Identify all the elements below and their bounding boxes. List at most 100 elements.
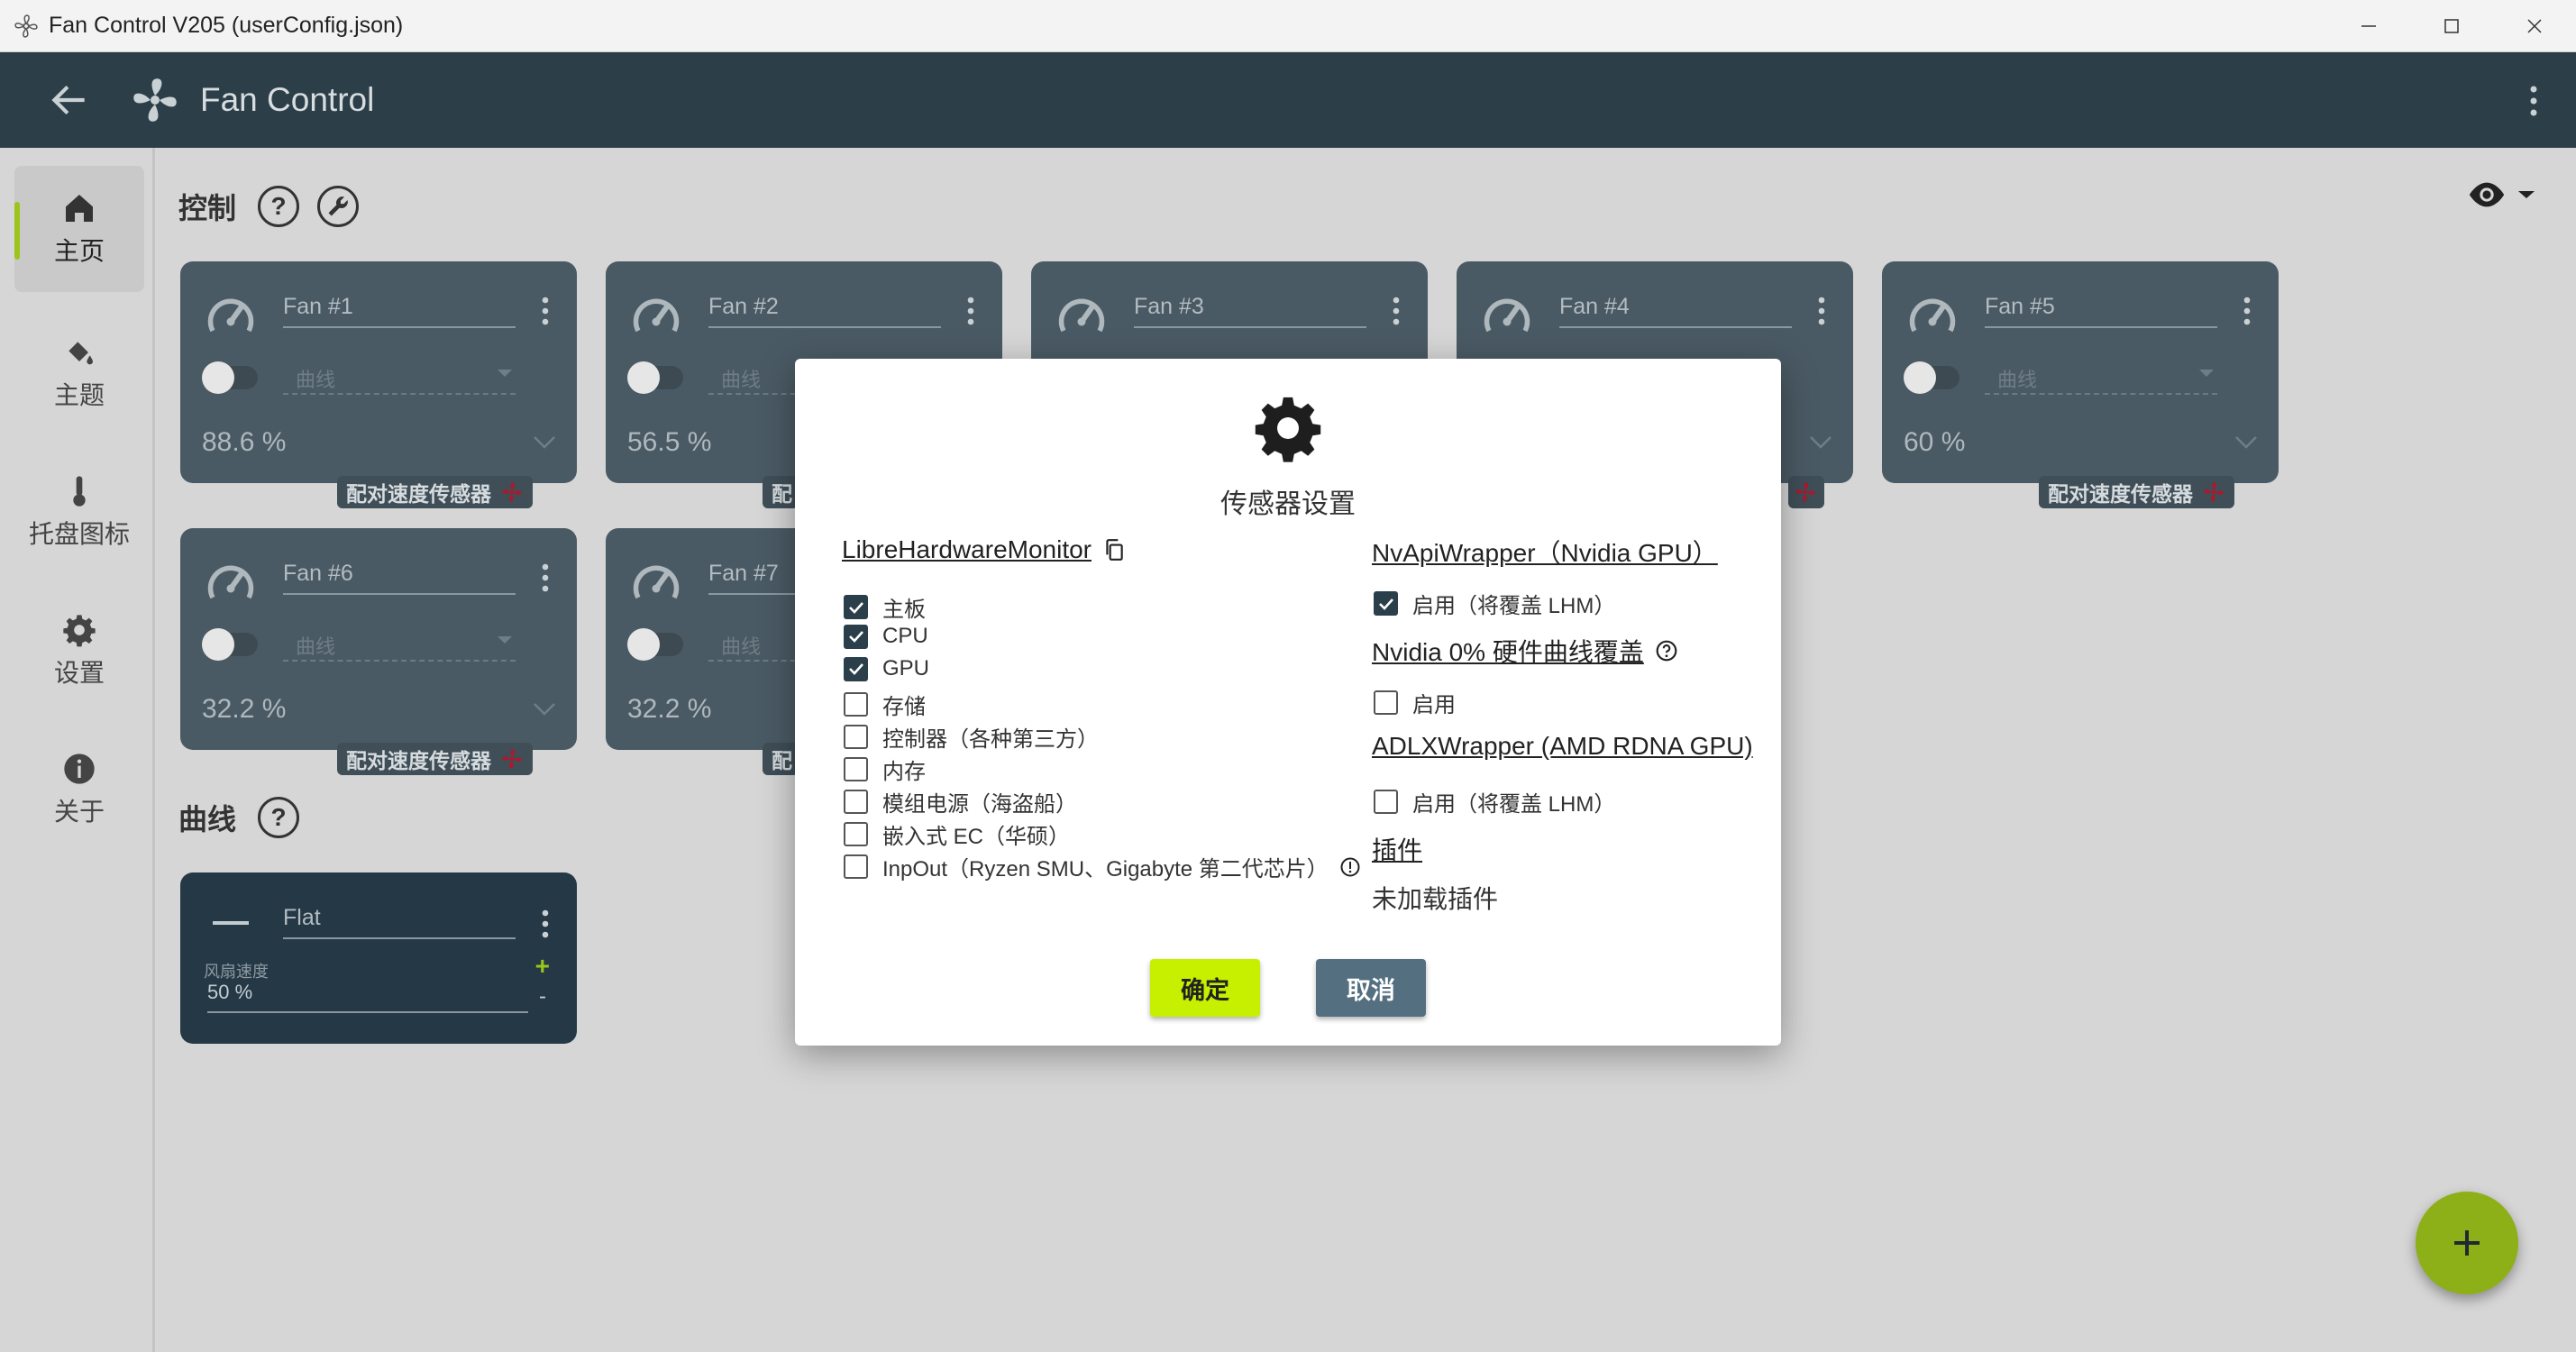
decrement-button[interactable]: - bbox=[539, 984, 546, 1009]
warning-info-icon[interactable] bbox=[1339, 856, 1361, 878]
pair-speed-sensor-badge[interactable]: 配对速度传感器 bbox=[337, 743, 533, 775]
curve-select-placeholder: 曲线 bbox=[296, 635, 336, 658]
sidebar: 主页 主题 托盘图标 设置 关于 bbox=[0, 148, 155, 1352]
sidebar-item-about[interactable]: 关于 bbox=[14, 726, 144, 853]
curve-card-flat: Flat 风扇速度 50 % + - bbox=[180, 872, 577, 1044]
back-arrow-icon[interactable] bbox=[47, 78, 92, 123]
fan-enable-toggle[interactable] bbox=[627, 361, 683, 394]
badge-label: 配对速度传感器 bbox=[346, 749, 491, 772]
curve-select[interactable]: 曲线 bbox=[1985, 364, 2217, 395]
fan-speed-input[interactable]: 50 % bbox=[207, 981, 528, 1013]
curve-select[interactable]: 曲线 bbox=[283, 631, 516, 662]
lhm-cpu-option[interactable]: CPU bbox=[844, 624, 928, 649]
window-titlebar: Fan Control V205 (userConfig.json) bbox=[0, 0, 2576, 52]
fan-name-field[interactable]: Fan #5 bbox=[1985, 294, 2217, 328]
add-button[interactable] bbox=[2416, 1192, 2518, 1294]
lhm-storage-option[interactable]: 存储 bbox=[844, 689, 926, 720]
card-menu-icon[interactable] bbox=[541, 562, 550, 593]
lhm-gpu-option[interactable]: GPU bbox=[844, 656, 929, 681]
fan-enable-toggle[interactable] bbox=[202, 628, 258, 661]
checkbox-unchecked[interactable] bbox=[1374, 690, 1398, 715]
pair-speed-sensor-badge[interactable] bbox=[1788, 476, 1824, 508]
copy-icon[interactable] bbox=[1102, 538, 1126, 562]
plugins-heading[interactable]: 插件 bbox=[1372, 831, 1422, 867]
more-menu-icon[interactable] bbox=[2527, 85, 2540, 117]
chevron-down-icon[interactable] bbox=[532, 434, 557, 451]
sidebar-item-theme[interactable]: 主题 bbox=[14, 310, 144, 436]
ok-button[interactable]: 确定 bbox=[1150, 959, 1260, 1017]
checkbox-unchecked[interactable] bbox=[844, 692, 868, 717]
maximize-button[interactable] bbox=[2410, 0, 2493, 52]
minimize-button[interactable] bbox=[2327, 0, 2410, 52]
curves-help-button[interactable]: ? bbox=[258, 797, 300, 838]
card-menu-icon[interactable] bbox=[966, 296, 975, 326]
checkbox-unchecked[interactable] bbox=[844, 757, 868, 781]
fan-enable-toggle[interactable] bbox=[627, 628, 683, 661]
nvapi-heading[interactable]: NvApiWrapper（Nvidia GPU） bbox=[1372, 534, 1718, 570]
lhm-motherboard-option[interactable]: 主板 bbox=[844, 591, 926, 623]
fan-enable-toggle[interactable] bbox=[1904, 361, 1959, 394]
fan-percent: 56.5 % bbox=[627, 427, 712, 457]
checkbox-unchecked[interactable] bbox=[844, 790, 868, 814]
pair-speed-sensor-badge[interactable]: 配对速度传感器 bbox=[337, 476, 533, 508]
fan-card-5: Fan #5 曲线 60 % bbox=[1882, 261, 2279, 483]
curve-select[interactable]: 曲线 bbox=[283, 364, 516, 395]
option-label: 控制器（各种第三方） bbox=[882, 727, 1099, 752]
fan-enable-toggle[interactable] bbox=[202, 361, 258, 394]
pair-speed-sensor-badge[interactable]: 配 bbox=[763, 743, 799, 775]
fan-name-field[interactable]: Fan #4 bbox=[1559, 294, 1792, 328]
card-menu-icon[interactable] bbox=[541, 909, 550, 939]
adlx-enable-option[interactable]: 启用（将覆盖 LHM） bbox=[1374, 786, 1615, 818]
fan-name-field[interactable]: Fan #3 bbox=[1134, 294, 1366, 328]
card-menu-icon[interactable] bbox=[1817, 296, 1826, 326]
visibility-toggle[interactable] bbox=[2466, 180, 2536, 209]
checkbox-checked[interactable] bbox=[844, 595, 868, 619]
lhm-inpout-option[interactable]: InpOut（Ryzen SMU、Gigabyte 第二代芯片） bbox=[844, 851, 1361, 882]
checkbox-unchecked[interactable] bbox=[1374, 790, 1398, 814]
app-fan-icon bbox=[14, 14, 38, 38]
fan-name-field[interactable]: Fan #6 bbox=[283, 561, 516, 595]
sensor-settings-dialog: 传感器设置 LibreHardwareMonitor 主板 CPU GPU 存储… bbox=[795, 359, 1781, 1046]
nvidia-zero-heading[interactable]: Nvidia 0% 硬件曲线覆盖 bbox=[1372, 633, 1678, 669]
fan-name-field[interactable]: Fan #2 bbox=[708, 294, 941, 328]
checkbox-checked[interactable] bbox=[1374, 591, 1398, 616]
lhm-psu-option[interactable]: 模组电源（海盗船） bbox=[844, 786, 1077, 818]
checkbox-unchecked[interactable] bbox=[844, 854, 868, 879]
sidebar-item-tray-icon[interactable]: 托盘图标 bbox=[14, 449, 144, 575]
checkbox-unchecked[interactable] bbox=[844, 822, 868, 846]
sidebar-item-home[interactable]: 主页 bbox=[14, 166, 144, 292]
fan-name-field[interactable]: Fan #1 bbox=[283, 294, 516, 328]
controls-help-button[interactable]: ? bbox=[258, 186, 300, 227]
option-label: 主板 bbox=[882, 598, 926, 622]
lhm-embedded-ec-option[interactable]: 嵌入式 EC（华硕） bbox=[844, 818, 1070, 850]
controls-tools-button[interactable] bbox=[317, 186, 360, 227]
chevron-down-icon[interactable] bbox=[532, 701, 557, 717]
lhm-heading[interactable]: LibreHardwareMonitor bbox=[842, 535, 1126, 564]
adlx-heading[interactable]: ADLXWrapper (AMD RDNA GPU) bbox=[1372, 732, 1753, 761]
checkbox-unchecked[interactable] bbox=[844, 725, 868, 749]
curve-name-field[interactable]: Flat bbox=[283, 905, 516, 939]
paint-bucket-icon bbox=[69, 342, 93, 365]
card-menu-icon[interactable] bbox=[1392, 296, 1401, 326]
card-menu-icon[interactable] bbox=[2243, 296, 2252, 326]
checkbox-checked[interactable] bbox=[844, 624, 868, 649]
increment-button[interactable]: + bbox=[535, 952, 550, 981]
pair-speed-sensor-badge[interactable]: 配 bbox=[763, 476, 799, 508]
help-circle-icon[interactable] bbox=[1655, 639, 1678, 662]
nvidia-zero-enable-option[interactable]: 启用 bbox=[1374, 687, 1456, 718]
close-button[interactable] bbox=[2493, 0, 2576, 52]
sidebar-item-settings[interactable]: 设置 bbox=[14, 588, 144, 714]
cancel-button[interactable]: 取消 bbox=[1316, 959, 1426, 1017]
adlx-heading-text: ADLXWrapper (AMD RDNA GPU) bbox=[1372, 732, 1753, 760]
pair-speed-sensor-badge[interactable]: 配对速度传感器 bbox=[2039, 476, 2234, 508]
checkbox-checked[interactable] bbox=[844, 656, 868, 681]
card-menu-icon[interactable] bbox=[541, 296, 550, 326]
chevron-down-icon[interactable] bbox=[1808, 434, 1833, 451]
lhm-controller-option[interactable]: 控制器（各种第三方） bbox=[844, 721, 1099, 753]
option-label: 启用（将覆盖 LHM） bbox=[1412, 594, 1616, 618]
nvapi-enable-option[interactable]: 启用（将覆盖 LHM） bbox=[1374, 588, 1615, 619]
gear-icon bbox=[63, 615, 96, 647]
lhm-memory-option[interactable]: 内存 bbox=[844, 754, 926, 785]
wrench-icon bbox=[328, 196, 348, 216]
chevron-down-icon[interactable] bbox=[2233, 434, 2259, 451]
